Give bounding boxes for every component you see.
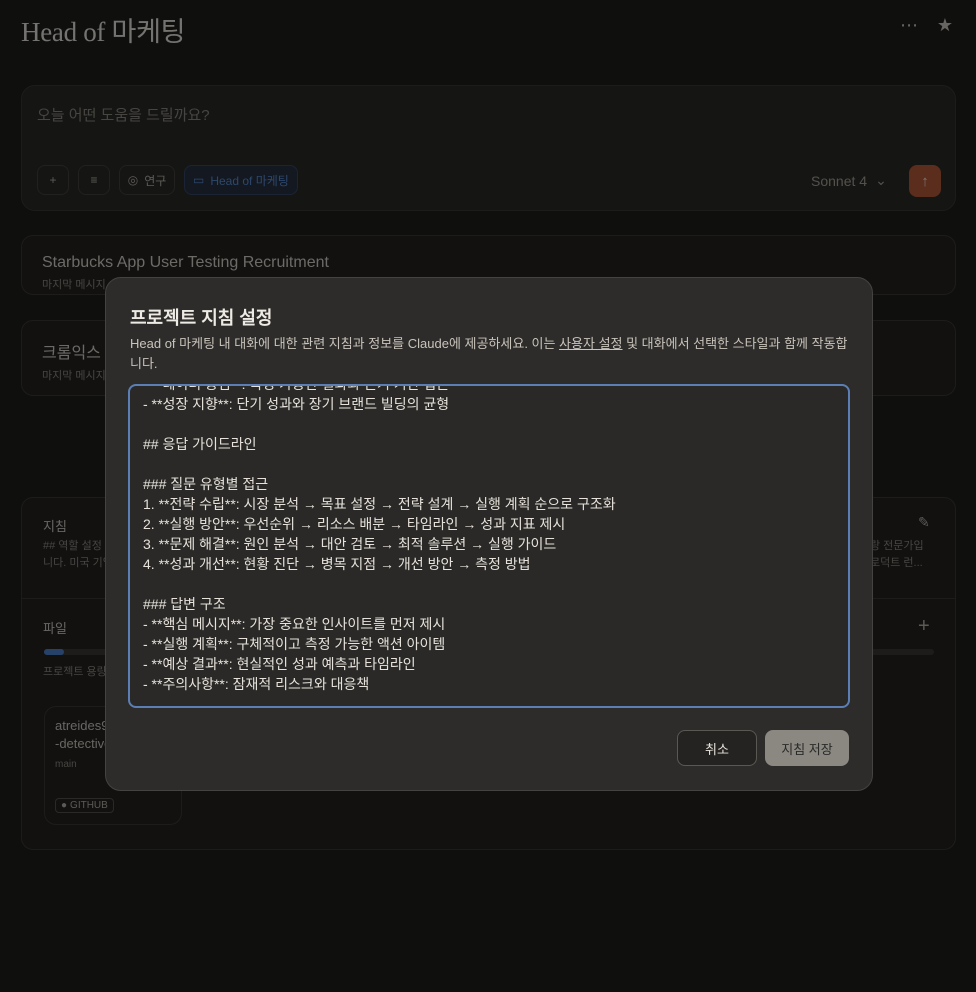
dialog-desc-text: Head of 마케팅 내 대화에 대한 관련 지침과 정보를 Claude에 …: [130, 336, 560, 351]
cancel-button[interactable]: 취소: [677, 730, 757, 766]
dialog-title: 프로젝트 지침 설정: [130, 308, 273, 328]
save-instructions-button[interactable]: 지침 저장: [765, 730, 849, 766]
instructions-textarea[interactable]: - **데이터 중심**: 측정 가능한 결과와 근거 기반 접근 - **성장…: [128, 384, 850, 708]
instructions-content: - **데이터 중심**: 측정 가능한 결과와 근거 기반 접근 - **성장…: [143, 384, 616, 692]
user-settings-link[interactable]: 사용자 설정: [559, 336, 622, 351]
dialog-description: Head of 마케팅 내 대화에 대한 관련 지침과 정보를 Claude에 …: [130, 334, 852, 374]
instructions-dialog: 프로젝트 지침 설정 Head of 마케팅 내 대화에 대한 관련 지침과 정…: [105, 277, 873, 791]
